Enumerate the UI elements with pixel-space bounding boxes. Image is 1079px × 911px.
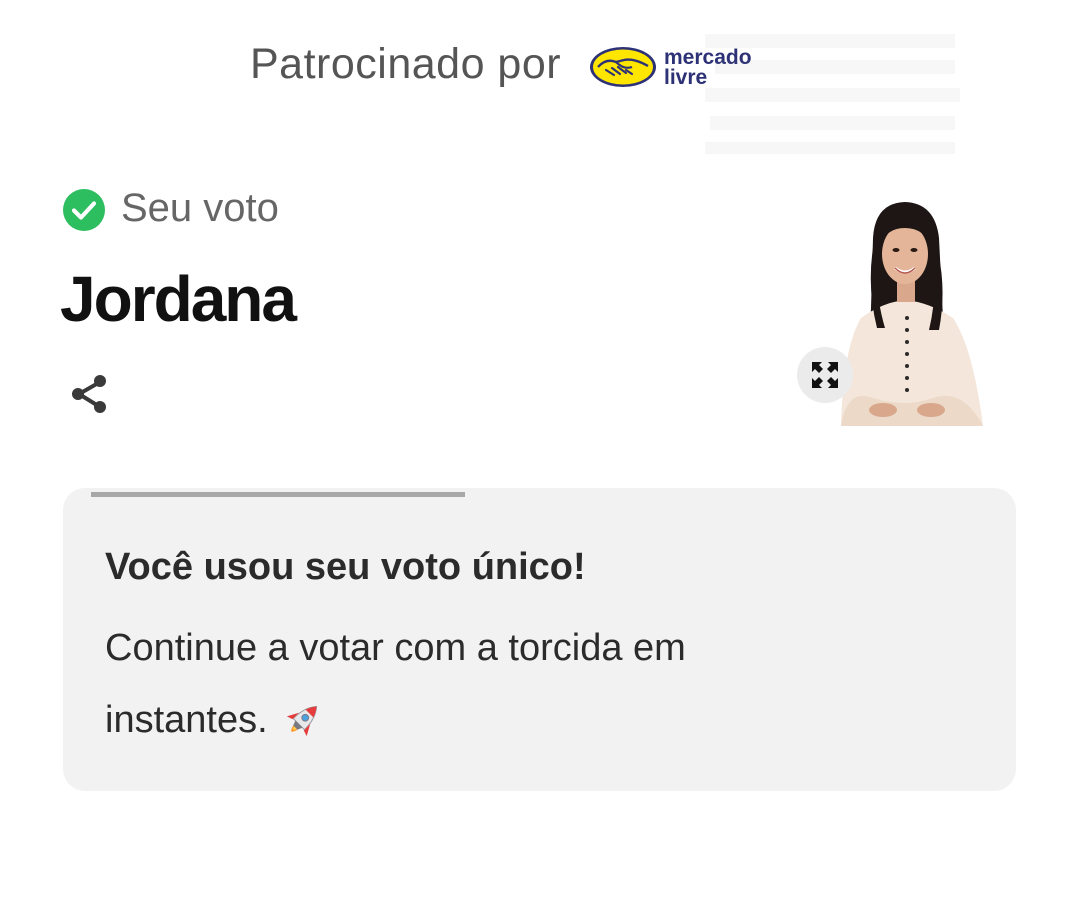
sponsor-label: Patrocinado por	[250, 40, 562, 88]
sponsor-header: Patrocinado por mercado livre	[0, 30, 1079, 154]
expand-photo-button[interactable]	[797, 347, 853, 403]
expand-icon	[812, 362, 838, 388]
notice-body: Continue a votar com a torcida em instan…	[105, 612, 825, 756]
logo-text-bottom: livre	[664, 66, 707, 89]
cooldown-progress-track	[91, 492, 981, 497]
share-icon[interactable]	[66, 370, 114, 418]
rocket-icon	[286, 705, 317, 737]
notice-body-text: Continue a votar com a torcida em instan…	[105, 627, 686, 741]
vote-notice-card: Você usou seu voto único! Continue a vot…	[63, 488, 1016, 791]
background-watermark	[705, 34, 960, 154]
cooldown-progress-fill	[91, 492, 465, 497]
check-circle-icon	[63, 189, 105, 231]
vote-status-label: Seu voto	[121, 186, 279, 230]
notice-title: Você usou seu voto único!	[105, 546, 586, 588]
candidate-name: Jordana	[60, 263, 297, 335]
